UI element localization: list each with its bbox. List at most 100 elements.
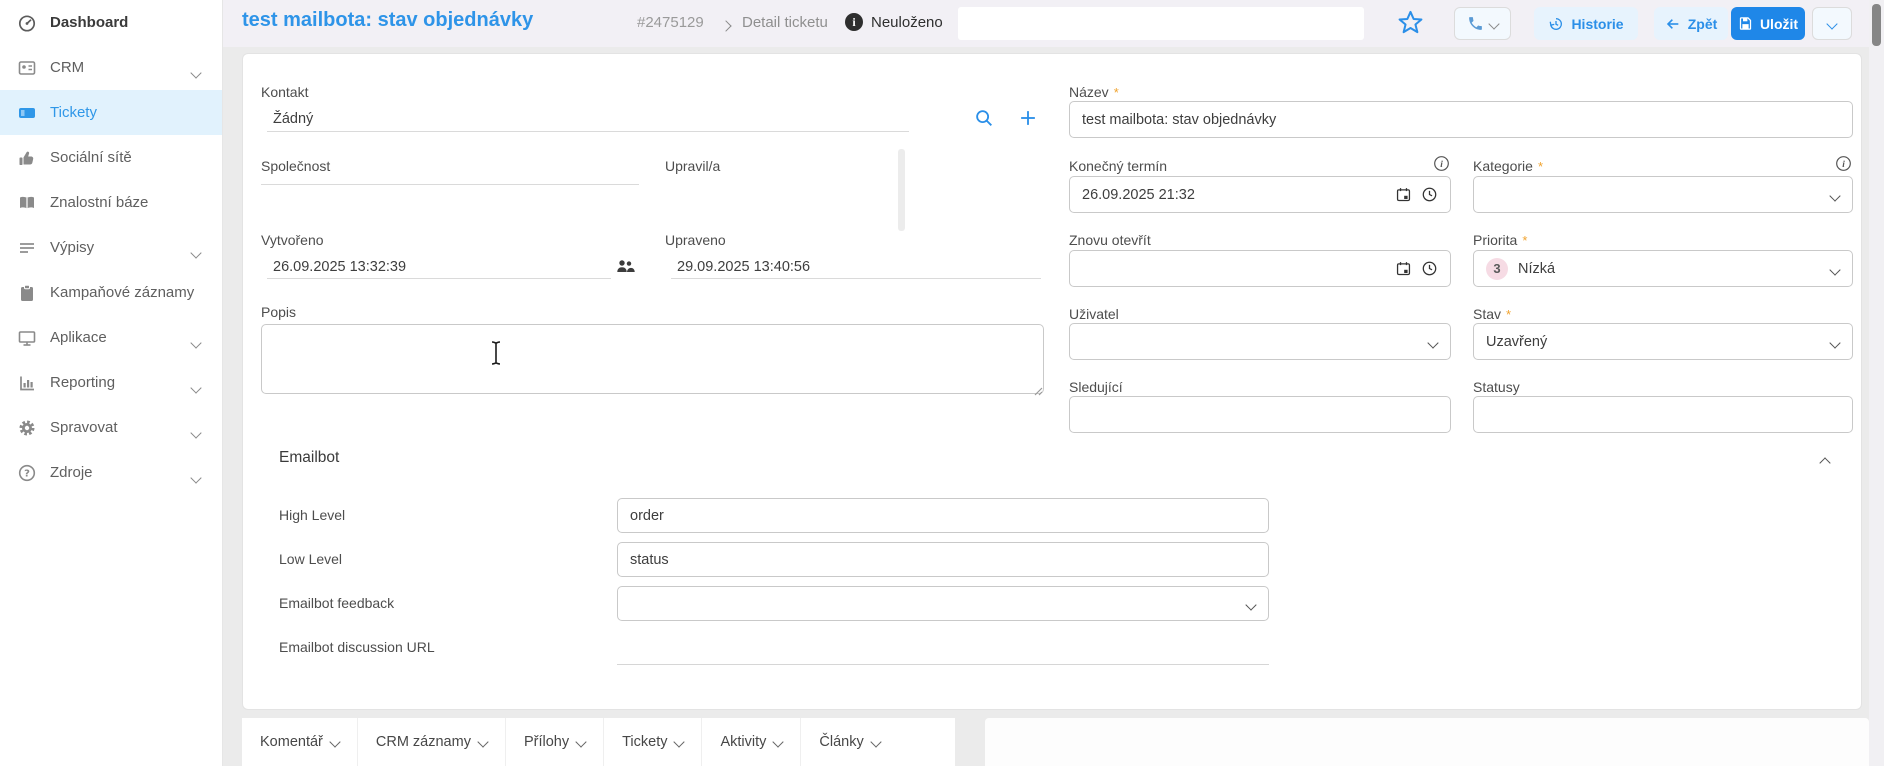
- back-arrow-icon: [1665, 16, 1681, 32]
- dashboard-gauge-icon: [17, 13, 37, 33]
- znovu-otevrit-input[interactable]: [1069, 250, 1451, 287]
- info-icon[interactable]: i: [1433, 155, 1450, 172]
- column-divider: [898, 149, 905, 231]
- upraveno-label: Upraveno: [665, 232, 726, 248]
- upravila-label: Upravil/a: [665, 158, 720, 174]
- kontakt-underline: [267, 131, 909, 132]
- high-level-label: High Level: [279, 507, 345, 523]
- nazev-input[interactable]: [1069, 101, 1853, 138]
- clock-icon[interactable]: [1421, 186, 1438, 208]
- tab-prilohy[interactable]: Přílohy: [506, 718, 604, 766]
- high-level-input[interactable]: [617, 498, 1269, 533]
- sidebar-item-znalostni-baze[interactable]: Znalostní báze: [0, 180, 222, 225]
- unsaved-status-badge: Neuloženo: [871, 14, 943, 31]
- emailbot-discussion-url-input[interactable]: [617, 630, 1269, 665]
- chevron-down-icon: [1829, 190, 1840, 201]
- info-icon[interactable]: i: [845, 13, 863, 31]
- priorita-label: Priorita*: [1473, 232, 1527, 248]
- konecny-termin-input[interactable]: [1069, 176, 1451, 213]
- sidebar-item-label: Zdroje: [50, 464, 93, 481]
- app-root: { "ui": { "required_marker": "*" }, "col…: [0, 0, 1884, 766]
- sidebar-item-vypisy[interactable]: Výpisy: [0, 225, 222, 270]
- people-icon[interactable]: [615, 256, 635, 281]
- svg-text:?: ?: [24, 468, 30, 479]
- priorita-select-value: Nízká: [1518, 261, 1555, 277]
- history-button[interactable]: Historie: [1534, 7, 1638, 40]
- tab-tickety[interactable]: Tickety: [604, 718, 702, 766]
- emailbot-feedback-select[interactable]: [617, 586, 1269, 621]
- list-lines-icon: [17, 238, 37, 258]
- save-more-dropdown-button[interactable]: [1812, 7, 1852, 40]
- star-favorite-icon[interactable]: [1397, 9, 1424, 41]
- clock-icon[interactable]: [1421, 260, 1438, 282]
- chevron-down-icon: [674, 736, 685, 747]
- sidebar-item-crm[interactable]: CRM: [0, 45, 222, 90]
- top-bar: test mailbota: stav objednávky #2475129 …: [223, 0, 1869, 47]
- tab-aktivity[interactable]: Aktivity: [702, 718, 801, 766]
- priorita-select[interactable]: 3 Nízká: [1473, 250, 1853, 287]
- chevron-down-icon: [575, 736, 586, 747]
- tab-crm-zaznamy[interactable]: CRM záznamy: [358, 718, 506, 766]
- sidebar-item-zdroje[interactable]: ? Zdroje: [0, 450, 222, 495]
- tab-clanky[interactable]: Články: [801, 718, 897, 766]
- low-level-input[interactable]: [617, 542, 1269, 577]
- kategorie-select[interactable]: [1473, 176, 1853, 213]
- sidebar-item-label: Aplikace: [50, 329, 107, 346]
- sidebar-item-dashboard[interactable]: Dashboard: [0, 0, 222, 45]
- sidebar-item-label: CRM: [50, 59, 84, 76]
- back-button[interactable]: Zpět: [1654, 7, 1728, 40]
- popis-textarea[interactable]: [261, 324, 1044, 394]
- phone-dropdown-button[interactable]: [1454, 7, 1511, 40]
- statusy-input[interactable]: [1473, 396, 1853, 433]
- sidebar-item-kampanove-zaznamy[interactable]: Kampaňové záznamy: [0, 270, 222, 315]
- sidebar-item-aplikace[interactable]: Aplikace: [0, 315, 222, 360]
- tab-label: Komentář: [260, 734, 323, 750]
- breadcrumb[interactable]: Detail ticketu: [742, 14, 828, 31]
- stav-label: Stav*: [1473, 306, 1511, 322]
- sledujici-input[interactable]: [1069, 396, 1451, 433]
- ticket-detail-card: Kontakt Žádný Společnost Upravil/a Vytvo…: [242, 53, 1862, 710]
- sidebar-item-tickety[interactable]: Tickety: [0, 90, 222, 135]
- textarea-resize-grip[interactable]: [1033, 383, 1043, 393]
- required-asterisk: *: [1538, 159, 1543, 174]
- breadcrumb-chevron-icon: [720, 20, 731, 31]
- search-icon[interactable]: [973, 107, 995, 134]
- uzivatel-label: Uživatel: [1069, 306, 1119, 322]
- emailbot-discussion-url-label: Emailbot discussion URL: [279, 639, 435, 655]
- calendar-icon[interactable]: [1395, 186, 1412, 208]
- scrollbar-thumb[interactable]: [1872, 4, 1881, 46]
- tab-label: Přílohy: [524, 734, 569, 750]
- save-button-label: Uložit: [1760, 16, 1798, 32]
- sidebar-item-label: Dashboard: [50, 14, 128, 31]
- sidebar-item-reporting[interactable]: Reporting: [0, 360, 222, 405]
- report-chart-icon: [17, 373, 37, 393]
- sidebar-item-label: Kampaňové záznamy: [50, 284, 194, 301]
- svg-text:i: i: [1842, 160, 1845, 170]
- upraveno-underline: [671, 278, 1041, 279]
- chevron-down-icon: [329, 736, 340, 747]
- tab-komentar[interactable]: Komentář: [242, 718, 358, 766]
- stav-select[interactable]: Uzavřený: [1473, 323, 1853, 360]
- spolecnost-underline[interactable]: [261, 184, 639, 185]
- vytvoreno-label: Vytvořeno: [261, 232, 324, 248]
- add-contact-icon[interactable]: [1017, 107, 1039, 134]
- tab-label: Aktivity: [720, 734, 766, 750]
- kontakt-value[interactable]: Žádný: [273, 111, 313, 127]
- title-inline-input[interactable]: [958, 7, 1364, 40]
- vertical-scrollbar[interactable]: [1869, 0, 1884, 766]
- chevron-down-icon: [190, 472, 201, 483]
- required-asterisk: *: [1114, 85, 1119, 100]
- sidebar-item-spravovat[interactable]: Spravovat: [0, 405, 222, 450]
- emailbot-section-heading: Emailbot: [279, 449, 339, 467]
- collapse-section-chevron-icon[interactable]: [1821, 454, 1829, 472]
- priority-number-badge: 3: [1486, 258, 1508, 280]
- sidebar-item-socialni-site[interactable]: Sociální sítě: [0, 135, 222, 180]
- uzivatel-select[interactable]: [1069, 323, 1451, 360]
- info-icon[interactable]: i: [1835, 155, 1852, 172]
- calendar-icon[interactable]: [1395, 260, 1412, 282]
- znovu-otevrit-label: Znovu otevřít: [1069, 232, 1151, 248]
- required-asterisk: *: [1506, 307, 1511, 322]
- chevron-down-icon: [190, 67, 201, 78]
- bottom-tabs-bar: Komentář CRM záznamy Přílohy Tickety Akt…: [242, 718, 955, 766]
- save-button[interactable]: Uložit: [1731, 7, 1805, 40]
